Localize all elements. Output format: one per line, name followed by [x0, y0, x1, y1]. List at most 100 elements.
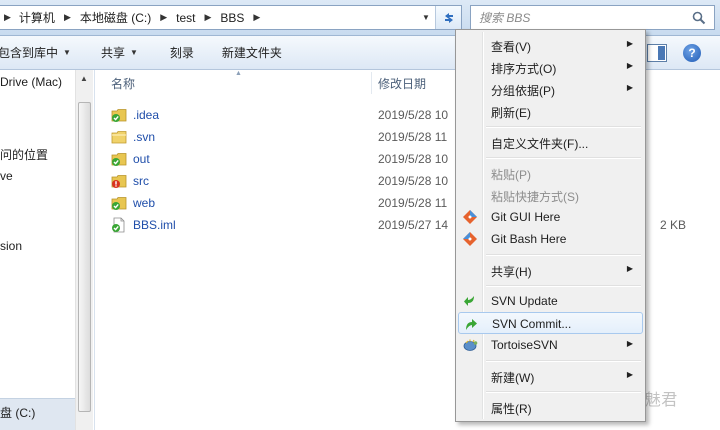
- git-bash-icon: [463, 232, 477, 246]
- breadcrumb-computer[interactable]: 计算机: [17, 9, 57, 26]
- folder-svn-normal-icon: [111, 153, 127, 166]
- burn-button[interactable]: 刻录: [170, 44, 208, 61]
- menu-item-label: 共享(H): [491, 265, 532, 279]
- menu-item-view[interactable]: 查看(V) ▶: [458, 34, 643, 56]
- breadcrumb-separator-icon[interactable]: ▶: [57, 12, 78, 23]
- search-icon[interactable]: [692, 11, 706, 25]
- search-input[interactable]: 搜索 BBS: [470, 5, 715, 30]
- folder-svn-normal-icon: [111, 197, 127, 210]
- breadcrumb-bbs[interactable]: BBS: [218, 11, 246, 25]
- submenu-arrow-icon: ▶: [626, 83, 633, 92]
- breadcrumb-test[interactable]: test: [174, 11, 197, 25]
- menu-item-label: 分组依据(P): [491, 84, 555, 98]
- nav-item-subversion[interactable]: sion: [0, 239, 22, 253]
- folder-svn-modified-icon: [111, 175, 127, 188]
- menu-item-label: 粘贴快捷方式(S): [491, 190, 579, 204]
- file-svn-normal-icon: [112, 217, 125, 233]
- menu-item-label: 排序方式(O): [491, 62, 557, 76]
- file-name: src: [133, 174, 149, 188]
- share-label: 共享: [100, 46, 125, 60]
- breadcrumb-local-disk[interactable]: 本地磁盘 (C:): [78, 9, 153, 26]
- folder-icon: [111, 131, 127, 144]
- submenu-arrow-icon: ▶: [626, 61, 633, 70]
- menu-item-label: 粘贴(P): [491, 168, 531, 182]
- nav-item-network-location[interactable]: 问的位置: [0, 146, 48, 163]
- menu-item-tortoisesvn[interactable]: TortoiseSVN ▶: [458, 334, 643, 356]
- nav-selected-drive-row[interactable]: 盘 (C:): [0, 398, 75, 430]
- menu-item-new[interactable]: 新建(W) ▶: [458, 365, 643, 387]
- new-folder-button[interactable]: 新建文件夹: [222, 44, 296, 61]
- menu-separator: [486, 126, 641, 128]
- nav-item-drive[interactable]: ve: [0, 169, 13, 183]
- menu-item-share[interactable]: 共享(H) ▶: [458, 259, 643, 281]
- share-button[interactable]: 共享 ▼: [101, 44, 152, 61]
- menu-item-group-by[interactable]: 分组依据(P) ▶: [458, 78, 643, 100]
- menu-item-label: Git GUI Here: [491, 210, 561, 224]
- include-in-library-button[interactable]: 包含到库中 ▼: [0, 44, 85, 61]
- svn-update-icon: [464, 296, 474, 306]
- chevron-down-icon: ▼: [63, 48, 71, 57]
- nav-scrollbar-thumb[interactable]: [78, 102, 91, 412]
- menu-item-svn-update[interactable]: SVN Update: [458, 290, 643, 312]
- menu-item-paste-shortcut[interactable]: 粘贴快捷方式(S): [458, 184, 643, 206]
- file-name: .svn: [133, 130, 156, 144]
- file-name: .idea: [133, 108, 160, 122]
- file-name: web: [133, 196, 156, 210]
- menu-item-label: 属性(R): [491, 402, 532, 416]
- submenu-arrow-icon: ▶: [626, 339, 633, 348]
- menu-item-refresh[interactable]: 刷新(E): [458, 100, 643, 122]
- column-divider[interactable]: [371, 72, 372, 94]
- file-date: 2019/5/28 11: [378, 196, 448, 210]
- menu-item-label: 新建(W): [491, 371, 535, 385]
- breadcrumb[interactable]: ▶ 计算机 ▶ 本地磁盘 (C:) ▶ test ▶ BBS ▶ ▼: [0, 5, 462, 30]
- file-date: 2019/5/28 11: [378, 130, 448, 144]
- breadcrumb-separator-icon[interactable]: ▶: [246, 12, 267, 23]
- git-gui-icon: [463, 210, 477, 224]
- nav-item-local-disk[interactable]: 盘 (C:): [0, 404, 35, 421]
- menu-item-paste[interactable]: 粘贴(P): [458, 162, 643, 184]
- menu-item-label: SVN Commit...: [492, 317, 572, 331]
- file-date: 2019/5/27 14: [378, 218, 449, 232]
- submenu-arrow-icon: ▶: [626, 264, 633, 273]
- column-header-name[interactable]: 名称: [111, 70, 135, 96]
- nav-scrollbar[interactable]: ▲: [75, 70, 93, 430]
- menu-separator: [486, 254, 641, 256]
- search-placeholder: 搜索 BBS: [479, 11, 531, 25]
- preview-pane-icon[interactable]: [647, 44, 667, 62]
- menu-item-svn-commit[interactable]: SVN Commit...: [458, 312, 643, 334]
- svn-commit-icon: [466, 319, 477, 330]
- help-icon[interactable]: ?: [683, 44, 701, 62]
- file-name: BBS.iml: [133, 218, 176, 232]
- menu-item-git-bash[interactable]: Git Bash Here: [458, 228, 643, 250]
- menu-item-label: TortoiseSVN: [491, 338, 558, 352]
- address-history-dropdown-icon[interactable]: ▼: [417, 6, 435, 29]
- refresh-button[interactable]: [435, 6, 461, 29]
- file-size: 2 KB: [660, 218, 687, 232]
- breadcrumb-separator-icon[interactable]: ▶: [153, 12, 174, 23]
- context-menu: 查看(V) ▶ 排序方式(O) ▶ 分组依据(P) ▶ 刷新(E) 自定义文件夹…: [455, 29, 646, 422]
- menu-separator: [486, 157, 641, 159]
- menu-item-label: 刷新(E): [491, 106, 531, 120]
- menu-item-label: 查看(V): [491, 40, 531, 54]
- file-date: 2019/5/28 10: [378, 152, 449, 166]
- nav-item-drive-mac[interactable]: Drive (Mac): [0, 75, 62, 89]
- sort-ascending-icon: ▲: [235, 70, 242, 77]
- menu-item-customize-folder[interactable]: 自定义文件夹(F)...: [458, 131, 643, 153]
- file-date: 2019/5/28 10: [378, 174, 449, 188]
- menu-item-git-gui[interactable]: Git GUI Here: [458, 206, 643, 228]
- breadcrumb-chevron-icon[interactable]: ▶: [0, 12, 17, 23]
- menu-separator: [486, 391, 641, 393]
- scroll-up-arrow-icon[interactable]: ▲: [80, 74, 88, 83]
- chevron-down-icon: ▼: [129, 48, 138, 57]
- menu-item-label: Git Bash Here: [491, 232, 567, 246]
- menu-item-sort[interactable]: 排序方式(O) ▶: [458, 56, 643, 78]
- menu-item-label: SVN Update: [491, 294, 558, 308]
- column-header-modified[interactable]: 修改日期: [378, 70, 426, 96]
- folder-svn-normal-icon: [111, 109, 127, 122]
- menu-separator: [486, 360, 641, 362]
- menu-item-properties[interactable]: 属性(R): [458, 396, 643, 418]
- tortoisesvn-icon: [463, 339, 478, 351]
- navigation-pane: Drive (Mac) 问的位置 ve sion 盘 (C:) ▲: [0, 70, 95, 430]
- submenu-arrow-icon: ▶: [626, 39, 633, 48]
- breadcrumb-separator-icon[interactable]: ▶: [197, 12, 218, 23]
